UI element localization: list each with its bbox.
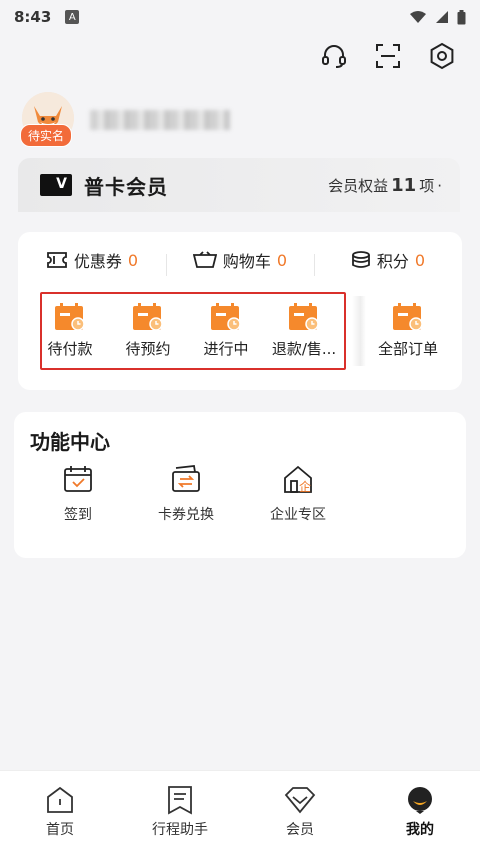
stat-points[interactable]: 积分 0 xyxy=(314,248,462,276)
calendar-clock-icon xyxy=(289,303,319,331)
settings-button[interactable] xyxy=(426,40,458,72)
verify-status-badge[interactable]: 待实名 xyxy=(20,124,73,147)
function-center-title: 功能中心 xyxy=(30,430,110,454)
member-rights-count: 11 xyxy=(391,174,417,196)
member-rights-link[interactable]: 会员权益 11 项 · xyxy=(328,175,442,196)
function-center-card: 功能中心 签到 卡券兑换 企 企业专区 xyxy=(14,412,466,558)
signal-icon xyxy=(436,11,448,23)
stat-coupons[interactable]: 优惠券 0 xyxy=(18,248,166,272)
orders-divider xyxy=(352,296,366,366)
order-in-progress[interactable]: 进行中 xyxy=(188,302,264,359)
ticket-icon xyxy=(46,252,67,268)
header-actions xyxy=(318,40,458,72)
func-enterprise[interactable]: 企 企业专区 xyxy=(250,464,346,524)
settings-icon xyxy=(430,42,454,70)
customer-service-button[interactable] xyxy=(318,40,350,72)
bookmark-list-icon xyxy=(168,786,192,815)
calendar-clock-icon xyxy=(55,303,85,331)
scan-button[interactable] xyxy=(372,40,404,72)
scan-icon xyxy=(376,44,400,68)
order-all[interactable]: 全部订单 xyxy=(370,302,446,359)
order-refund-aftersale[interactable]: 退款/售... xyxy=(266,302,342,359)
mine-face-icon xyxy=(408,787,432,814)
nav-home[interactable]: 首页 xyxy=(0,771,120,853)
nav-trip-assistant[interactable]: 行程助手 xyxy=(120,771,240,853)
stats-row: 优惠券 0 购物车 0 积分 0 xyxy=(18,242,462,278)
calendar-clock-icon xyxy=(211,303,241,331)
member-card[interactable]: V 普卡会员 会员权益 11 项 · xyxy=(18,158,460,212)
clock: 8:43 xyxy=(14,8,52,26)
member-logo-icon: V xyxy=(40,174,72,196)
func-card-redeem[interactable]: 卡券兑换 xyxy=(138,464,234,524)
order-pending-payment[interactable]: 待付款 xyxy=(32,302,108,359)
calendar-clock-icon xyxy=(393,303,423,331)
func-checkin[interactable]: 签到 xyxy=(30,464,126,524)
nav-mine[interactable]: 我的 xyxy=(360,771,480,853)
calendar-clock-icon xyxy=(133,303,163,331)
username-blurred xyxy=(90,110,230,130)
wifi-icon xyxy=(410,11,426,23)
assets-orders-card: 优惠券 0 购物车 0 积分 0 待付款 待预约 进行中 退款/售... 全部订… xyxy=(18,232,462,390)
calendar-check-icon xyxy=(64,466,92,492)
status-bar: 8:43 A xyxy=(0,0,480,34)
order-pending-booking[interactable]: 待预约 xyxy=(110,302,186,359)
notification-a-icon: A xyxy=(65,10,80,24)
member-level-title: 普卡会员 xyxy=(84,174,168,199)
headset-icon xyxy=(322,45,346,68)
chevron-right-icon: · xyxy=(437,176,442,195)
nav-member[interactable]: 会员 xyxy=(240,771,360,853)
enterprise-home-icon: 企 xyxy=(284,465,312,494)
exchange-ticket-icon xyxy=(172,465,200,492)
bottom-nav: 首页 行程助手 会员 我的 xyxy=(0,770,480,853)
battery-icon xyxy=(457,9,466,24)
coins-icon xyxy=(351,251,370,268)
home-icon xyxy=(47,786,73,813)
basket-icon xyxy=(192,251,217,268)
diamond-icon xyxy=(284,787,316,814)
stat-cart[interactable]: 购物车 0 xyxy=(166,248,314,276)
orders-row: 待付款 待预约 进行中 退款/售... 全部订单 xyxy=(18,290,462,374)
svg-text:企: 企 xyxy=(299,479,311,494)
